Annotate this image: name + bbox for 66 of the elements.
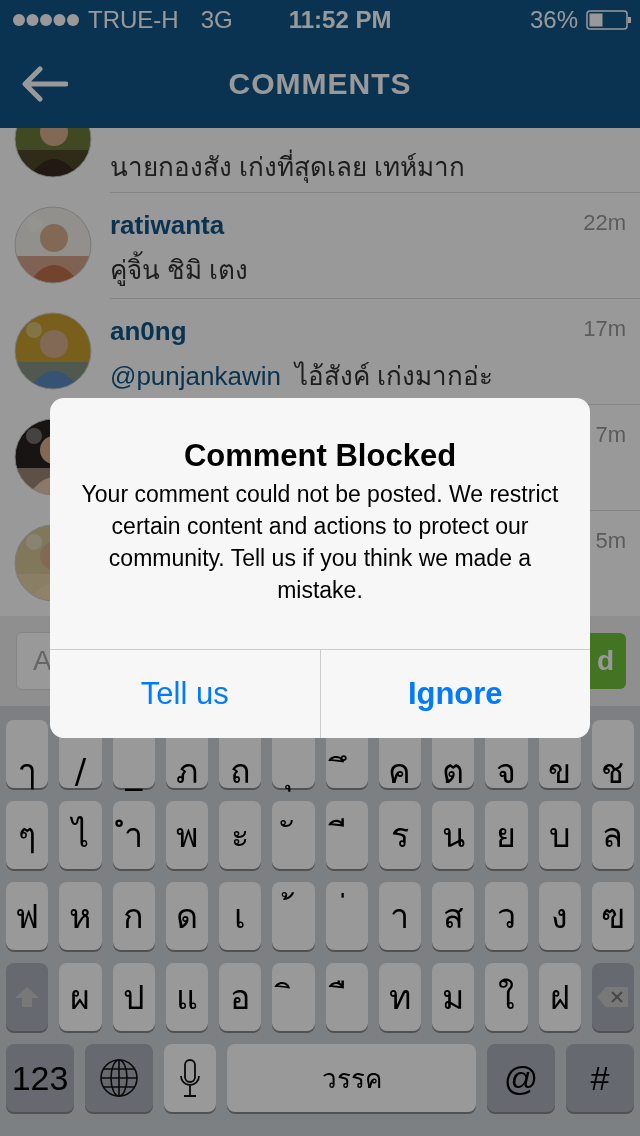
comment-time: 7m <box>595 421 626 448</box>
keyboard-key[interactable]: ๆ <box>6 801 49 869</box>
keyboard-key[interactable]: ย <box>485 801 528 869</box>
keyboard-key[interactable]: บ <box>538 801 581 869</box>
keyboard-key[interactable]: ะ <box>219 801 262 869</box>
carrier-label: TRUE-H <box>88 6 179 34</box>
keyboard-key[interactable]: ท <box>378 963 421 1031</box>
keyboard-key[interactable]: พ <box>165 801 208 869</box>
alert-title: Comment Blocked <box>183 438 457 474</box>
keyboard-key[interactable]: ม <box>432 963 475 1031</box>
keyboard-key[interactable]: ง <box>538 882 581 950</box>
keyboard-key[interactable]: ด <box>165 882 208 950</box>
mention-link[interactable]: @punjankawin <box>110 361 281 391</box>
keyboard-key[interactable]: ห <box>59 882 102 950</box>
comment-text: คู่จิ้น ชิมิ เตง <box>110 249 584 290</box>
keyboard-key[interactable]: น <box>432 801 475 869</box>
alert-message: Your comment could not be posted. We restrict certain content and actions to protect our community. Tell us if you think we made a mistake. <box>80 480 560 605</box>
username-link[interactable]: an0ng <box>110 316 584 347</box>
comment-time: 17m <box>583 315 626 342</box>
mode-key[interactable]: 123 <box>6 1044 74 1112</box>
comment-text: @punjankawin ไอ้สังค์ เก่งมากอ่ะ <box>110 360 495 393</box>
keyboard-key[interactable]: ี <box>325 801 368 869</box>
alert-button[interactable]: Ignore <box>319 650 590 738</box>
keyboard-key[interactable]: เ <box>219 882 262 950</box>
username-link[interactable]: ratiwanta <box>110 210 584 241</box>
keyboard-key[interactable]: อ <box>219 963 262 1031</box>
keyboard-key[interactable]: ช <box>591 720 634 788</box>
comment-time: 22m <box>583 209 626 236</box>
keyboard-key[interactable]: ๅ <box>6 720 49 788</box>
keyboard-key[interactable]: ไ <box>59 801 102 869</box>
comment-text: นายกองสัง เก่งที่สุดเลย เทห์มาก <box>110 146 626 187</box>
backspace-icon <box>595 986 630 1008</box>
page-title: COMMENTS <box>228 67 412 101</box>
keyboard-key[interactable]: ้ <box>272 882 315 950</box>
keyboard-key[interactable]: ฃ <box>591 882 634 950</box>
keyboard-key[interactable]: ร <box>378 801 421 869</box>
keyboard-key[interactable]: ื <box>325 963 368 1031</box>
keyboard-key[interactable]: ่ <box>325 882 368 950</box>
network-label: 3G <box>200 6 233 34</box>
keyboard-key[interactable]: ใ <box>485 963 528 1031</box>
space-key[interactable]: วรรค <box>227 1044 476 1112</box>
keyboard-key[interactable]: ฟ <box>6 882 49 950</box>
keyboard-key[interactable]: ก <box>112 882 155 950</box>
keyboard-key[interactable]: ว <box>485 882 528 950</box>
back-arrow-icon[interactable] <box>22 66 68 102</box>
microphone-icon <box>179 1058 201 1098</box>
microphone-key[interactable] <box>164 1044 216 1112</box>
clock: 11:52 PM <box>288 6 393 34</box>
battery-icon <box>586 10 632 30</box>
battery-percent: 36% <box>529 6 578 34</box>
keyboard-key[interactable]: ิ <box>272 963 315 1031</box>
keyboard-key[interactable]: ผ <box>59 963 102 1031</box>
keyboard-key[interactable]: ำ <box>112 801 155 869</box>
globe-key[interactable] <box>85 1044 153 1112</box>
keyboard-key[interactable]: ฝ <box>538 963 581 1031</box>
mode-key[interactable]: @ <box>487 1044 555 1112</box>
globe-icon <box>99 1058 139 1098</box>
keyboard-key[interactable]: แ <box>165 963 208 1031</box>
keyboard-key[interactable]: า <box>378 882 421 950</box>
keyboard-key[interactable]: ป <box>112 963 155 1031</box>
mode-key[interactable]: # <box>566 1044 634 1112</box>
keyboard-key[interactable]: ส <box>432 882 475 950</box>
signal-icon <box>12 13 80 27</box>
keyboard-key[interactable]: ั <box>272 801 315 869</box>
comment-time: 5m <box>595 527 626 554</box>
keyboard-key[interactable]: ล <box>591 801 634 869</box>
